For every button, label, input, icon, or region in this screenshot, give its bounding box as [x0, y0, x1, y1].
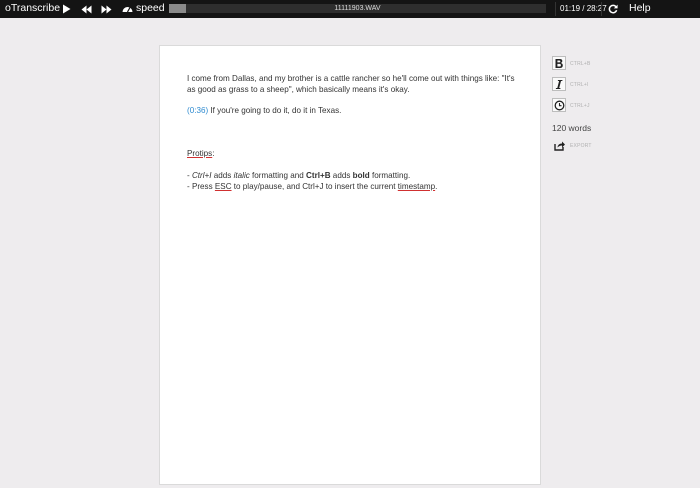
- fast-forward-button[interactable]: [101, 3, 112, 15]
- speed-button[interactable]: speed: [122, 2, 165, 14]
- tip-text: .: [435, 182, 438, 191]
- tip-text: formatting.: [369, 171, 411, 180]
- export-icon[interactable]: [553, 139, 566, 152]
- bold-shortcut-hint: CTRL+B: [570, 61, 591, 67]
- esc-key: ESC: [214, 182, 232, 191]
- help-link[interactable]: Help: [629, 2, 651, 15]
- bold-shortcut: Ctrl+B: [306, 171, 331, 180]
- paragraph-text: I come from Dallas, and my brother is a …: [187, 74, 515, 94]
- protip-italic-bold: - Ctrl+I adds italic formatting and Ctrl…: [187, 170, 517, 181]
- timestamp-shortcut-hint: CTRL+J: [570, 103, 590, 109]
- play-icon: [63, 4, 71, 14]
- play-button[interactable]: [62, 3, 71, 15]
- tip-prefix: - Press: [187, 182, 215, 191]
- toolbar-divider: [555, 2, 556, 16]
- bold-icon: [555, 58, 563, 68]
- tip-text: adds: [330, 171, 353, 180]
- transcript-paragraph: (0:36) If you're going to do it, do it i…: [187, 105, 517, 116]
- word-count: 120 words: [552, 123, 592, 133]
- transcript-page[interactable]: I come from Dallas, and my brother is a …: [159, 45, 541, 485]
- protips-colon: :: [212, 149, 215, 158]
- top-toolbar: oTranscribe speed 11111903.WAV 01:19 / 2…: [0, 0, 700, 18]
- playback-time: 01:19 / 28:27: [560, 4, 607, 13]
- speed-label: speed: [136, 1, 165, 14]
- tip-text: adds: [211, 171, 234, 180]
- timestamp-value: 0:36: [189, 106, 206, 115]
- transcript-paragraph: I come from Dallas, and my brother is a …: [187, 73, 517, 95]
- paragraph-text: If you're going to do it, do it in Texas…: [210, 106, 342, 115]
- toolbar-divider: [601, 2, 602, 16]
- tip-text: to play/pause, and Ctrl+J to insert the …: [231, 182, 398, 191]
- audio-progress-bar[interactable]: 11111903.WAV: [169, 4, 546, 13]
- protips-label: Protips: [187, 149, 213, 158]
- rewind-icon: [81, 5, 92, 13]
- italic-shortcut: Ctrl+I: [191, 171, 212, 180]
- italic-icon: [555, 79, 563, 89]
- italic-button[interactable]: [552, 77, 566, 91]
- export-label[interactable]: EXPORT: [570, 143, 592, 150]
- italic-shortcut-hint: CTRL+I: [570, 82, 589, 88]
- transcript-editor[interactable]: I come from Dallas, and my brother is a …: [187, 73, 517, 192]
- audio-filename: 11111903.WAV: [334, 5, 381, 12]
- protip-shortcuts: - Press ESC to play/pause, and Ctrl+J to…: [187, 181, 517, 192]
- speedometer-icon: [122, 6, 133, 12]
- reset-speed-button[interactable]: [608, 3, 618, 15]
- refresh-icon: [608, 4, 618, 14]
- protips-heading: Protips:: [187, 148, 517, 159]
- tip-text: formatting and: [249, 171, 307, 180]
- fast-forward-icon: [101, 5, 112, 13]
- insert-timestamp-button[interactable]: [552, 98, 566, 112]
- timestamp-word: timestamp: [397, 182, 436, 191]
- rewind-button[interactable]: [81, 3, 92, 15]
- timestamp-link[interactable]: (0:36): [187, 106, 208, 115]
- clock-icon: [554, 100, 564, 110]
- bold-button[interactable]: [552, 56, 566, 70]
- bold-word: bold: [352, 171, 370, 180]
- app-title: oTranscribe: [5, 2, 61, 14]
- italic-word: italic: [233, 171, 250, 180]
